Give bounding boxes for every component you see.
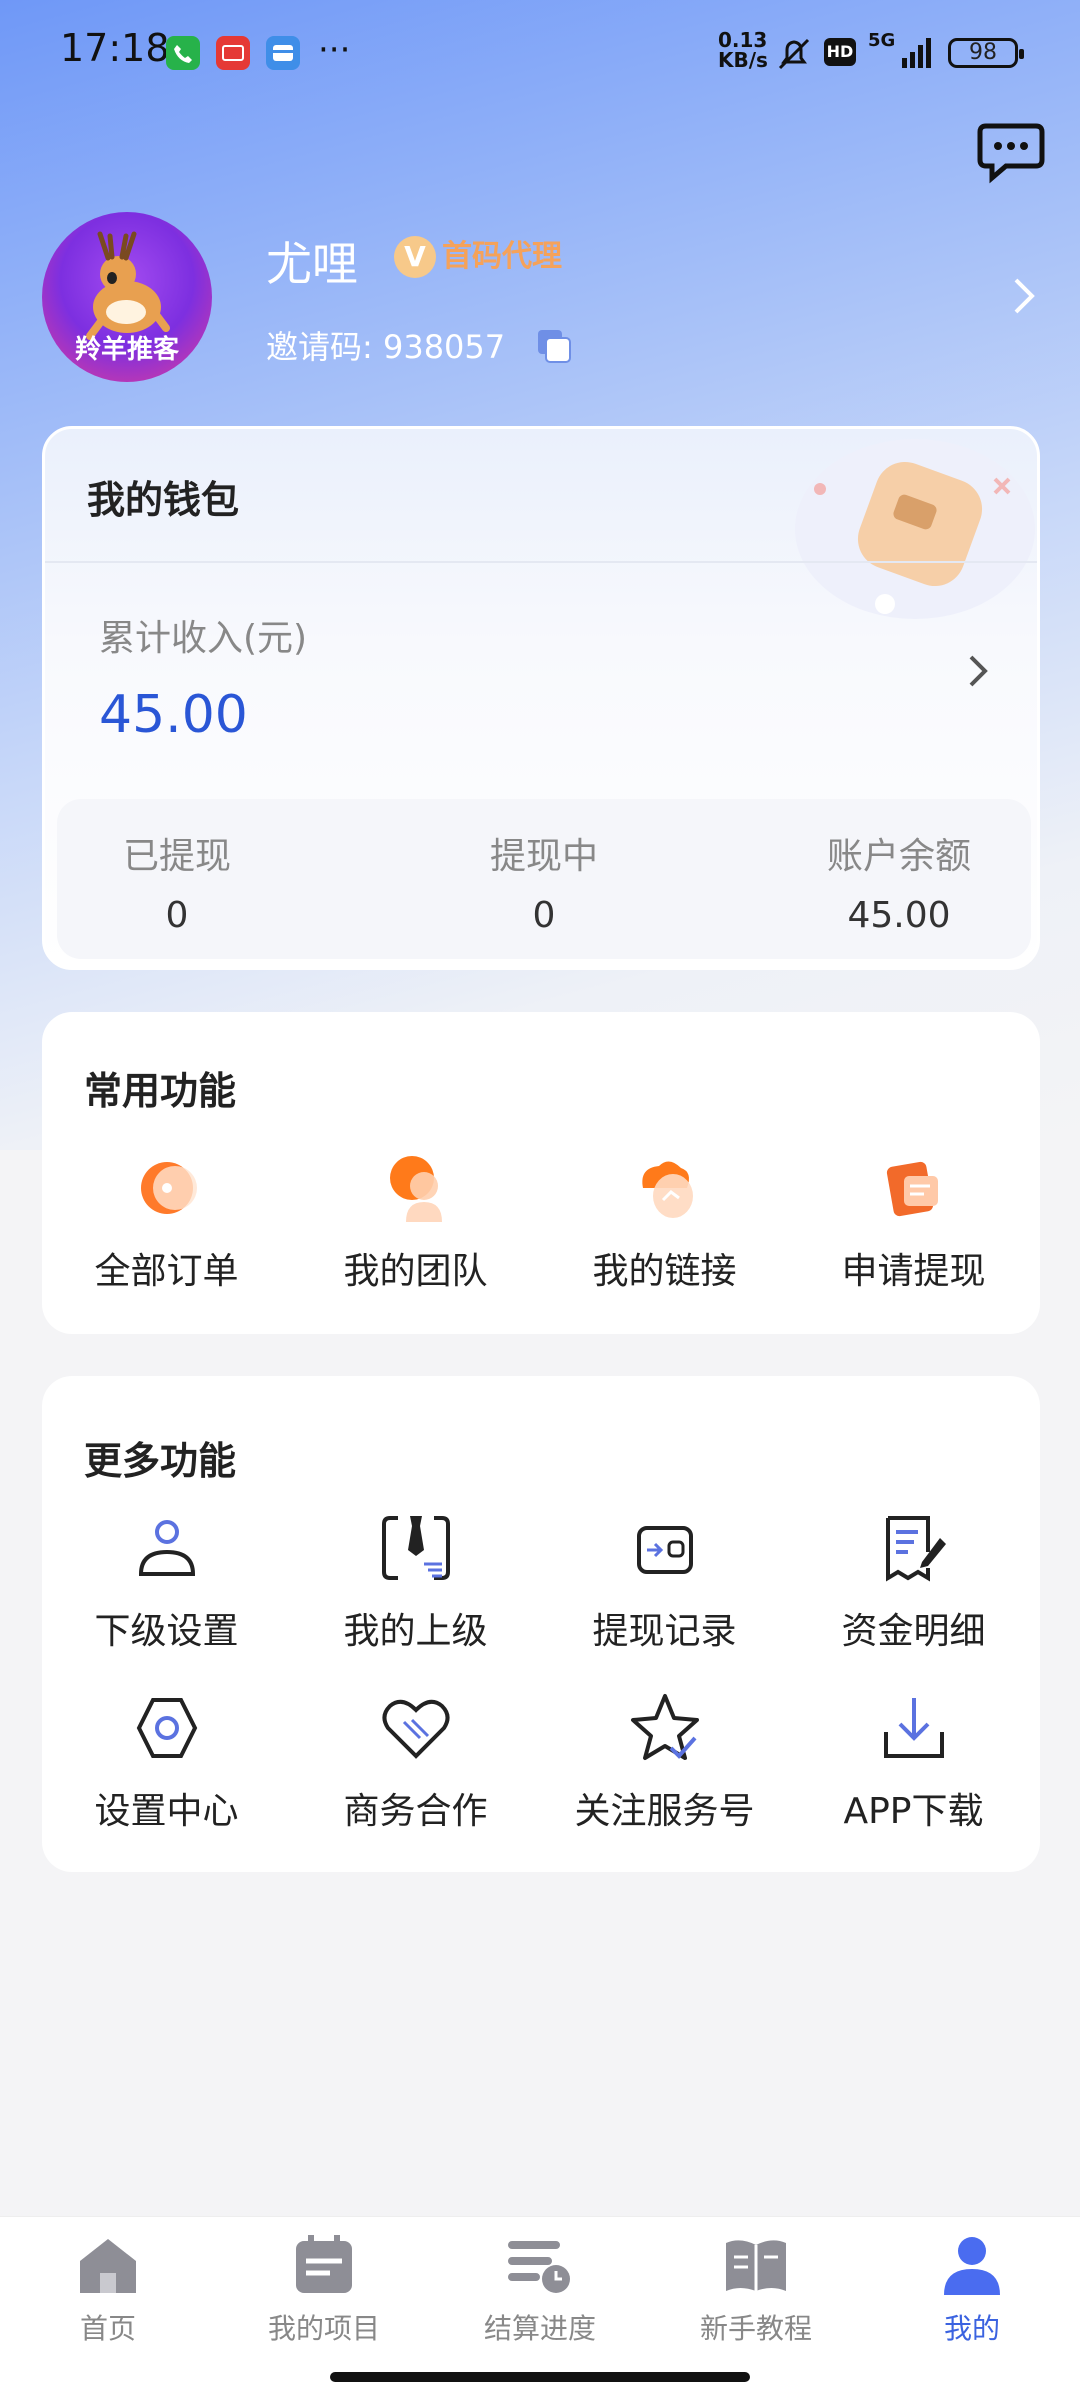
stat-label: 已提现: [122, 836, 231, 877]
nav-label: 我的项目: [267, 2312, 380, 2345]
func-all-orders[interactable]: 全部订单: [42, 1152, 291, 1294]
nav-label: 结算进度: [483, 2312, 596, 2345]
func-label: 资金明细: [841, 1611, 986, 1652]
func-label: 我的链接: [592, 1251, 737, 1292]
stat-withdrawn[interactable]: 已提现 0: [57, 827, 297, 936]
nav-tutorial[interactable]: 新手教程: [648, 2231, 864, 2347]
more-notifications-icon: ···: [318, 30, 351, 70]
wallet-icon: [636, 1526, 693, 1574]
func-settings-center[interactable]: 设置中心: [42, 1692, 291, 1834]
func-label: APP下载: [843, 1791, 984, 1832]
withdraw-icon: [886, 1161, 938, 1217]
user-name: 尤哩: [266, 237, 358, 291]
nav-home[interactable]: 首页: [0, 2231, 216, 2347]
stat-value: 0: [532, 895, 556, 936]
hd-badge: HD: [824, 38, 856, 66]
stat-value: 45.00: [847, 895, 951, 936]
document-icon: [885, 1516, 946, 1582]
func-business-cooperation[interactable]: 商务合作: [291, 1692, 540, 1834]
func-withdraw-records[interactable]: 提现记录: [540, 1512, 789, 1654]
func-label: 提现记录: [592, 1611, 737, 1652]
more-functions-title: 更多功能: [84, 1439, 237, 1483]
func-my-superior[interactable]: 我的上级: [291, 1512, 540, 1654]
wallet-title: 我的钱包: [87, 478, 240, 522]
func-label: 我的上级: [343, 1611, 488, 1652]
copy-icon[interactable]: [536, 328, 572, 364]
stat-value: 0: [165, 895, 189, 936]
func-label: 全部订单: [94, 1251, 239, 1292]
func-my-team[interactable]: 我的团队: [291, 1152, 540, 1294]
func-label: 商务合作: [343, 1791, 488, 1832]
more-functions-card: 更多功能 下级设置 我的上级 提现记录 资金明细 设置中心 商务合作 关注服务号…: [42, 1376, 1040, 1872]
status-time: 17:18: [60, 26, 170, 70]
home-indicator[interactable]: [330, 2372, 750, 2382]
calendar-icon: [296, 2235, 352, 2293]
nav-label: 新手教程: [699, 2312, 812, 2345]
wallet-stats: 已提现 0 提现中 0 账户余额 45.00: [57, 799, 1031, 959]
handshake-heart-icon: [382, 1699, 449, 1759]
signal-icon: [888, 36, 936, 74]
user-icon: [138, 1520, 195, 1576]
nav-mine[interactable]: 我的: [864, 2231, 1080, 2347]
income-value: 45.00: [99, 685, 248, 745]
common-functions-card: 常用功能 全部订单 我的团队 我的链接 申请提现: [42, 1012, 1040, 1334]
community-app-icon: [216, 36, 250, 70]
battery-indicator: 98: [948, 38, 1024, 68]
stat-label: 账户余额: [826, 836, 971, 877]
func-label: 我的团队: [343, 1251, 488, 1292]
stat-withdrawing[interactable]: 提现中 0: [424, 827, 664, 936]
wallet-illustration-icon: [795, 439, 1035, 619]
message-icon[interactable]: [976, 120, 1046, 184]
func-label: 关注服务号: [574, 1791, 755, 1832]
download-icon: [883, 1698, 944, 1758]
divider: [45, 561, 1037, 563]
func-label: 下级设置: [94, 1611, 239, 1652]
team-icon: [389, 1156, 442, 1222]
person-icon: [944, 2237, 1000, 2295]
func-fund-details[interactable]: 资金明细: [789, 1512, 1038, 1654]
func-app-download[interactable]: APP下载: [789, 1692, 1038, 1834]
mute-icon: [774, 34, 814, 78]
wallet-card: 我的钱包 累计收入(元) 45.00 已提现 0 提现中 0 账户余额 45.0…: [42, 426, 1040, 970]
common-functions-title: 常用功能: [84, 1069, 237, 1113]
income-chevron-icon[interactable]: [963, 651, 993, 691]
nav-label: 我的: [943, 2312, 1000, 2345]
invite-value: 938057: [382, 328, 506, 366]
func-follow-service[interactable]: 关注服务号: [540, 1692, 789, 1834]
func-label: 申请提现: [841, 1251, 986, 1292]
network-speed: 0.13 KB/s: [718, 30, 768, 70]
network-speed-value: 0.13: [718, 28, 768, 52]
link-icon: [641, 1161, 693, 1218]
nav-my-projects[interactable]: 我的项目: [216, 2231, 432, 2347]
func-label: 设置中心: [94, 1791, 239, 1832]
wallet-app-icon: [266, 36, 300, 70]
func-subordinate-settings[interactable]: 下级设置: [42, 1512, 291, 1654]
phone-app-icon: [166, 36, 200, 70]
star-check-icon: [630, 1694, 699, 1760]
func-my-link[interactable]: 我的链接: [540, 1152, 789, 1294]
progress-icon: [508, 2241, 570, 2293]
nav-settlement-progress[interactable]: 结算进度: [432, 2231, 648, 2347]
network-speed-unit: KB/s: [718, 48, 768, 72]
badge-v-icon: V: [394, 236, 436, 278]
orders-icon: [140, 1162, 197, 1214]
invite-code: 邀请码: 938057: [266, 322, 505, 368]
hexagon-settings-icon: [136, 1698, 197, 1758]
invite-label: 邀请码:: [266, 328, 373, 366]
profile-chevron-icon[interactable]: [1012, 276, 1036, 316]
func-withdraw[interactable]: 申请提现: [789, 1152, 1038, 1294]
income-label: 累计收入(元): [99, 618, 308, 659]
stat-label: 提现中: [489, 836, 598, 877]
nav-label: 首页: [79, 2312, 136, 2345]
avatar-text: 羚羊推客: [74, 335, 179, 365]
agent-badge: V 首码代理: [392, 234, 572, 280]
stat-balance[interactable]: 账户余额 45.00: [779, 827, 1019, 936]
avatar[interactable]: 羚羊推客: [42, 212, 212, 382]
book-icon: [726, 2240, 786, 2291]
badge-label: 首码代理: [442, 239, 562, 274]
home-icon: [80, 2239, 136, 2293]
superior-icon: [381, 1516, 450, 1580]
